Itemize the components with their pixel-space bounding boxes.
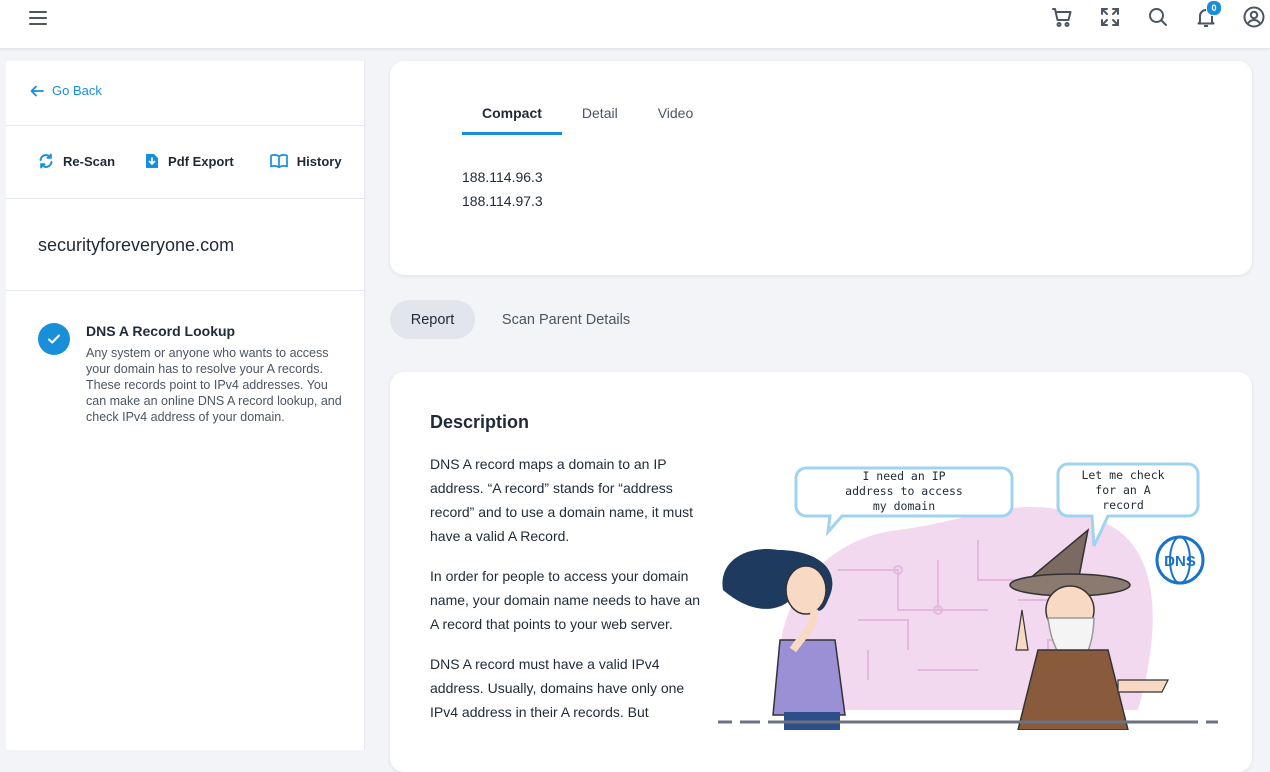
divider <box>6 125 364 126</box>
divider <box>6 290 364 291</box>
description-paragraph: In order for people to access your domai… <box>430 568 701 632</box>
top-bar: 0 <box>0 0 1270 49</box>
tab-compact[interactable]: Compact <box>462 105 562 135</box>
ip-list: 188.114.96.3 188.114.97.3 <box>462 165 543 213</box>
menu-icon[interactable] <box>26 6 50 30</box>
divider <box>6 198 364 199</box>
svg-text:DNS: DNS <box>1164 553 1196 570</box>
refresh-icon <box>39 153 53 169</box>
history-button[interactable]: History <box>269 153 342 169</box>
fullscreen-icon[interactable] <box>1098 5 1122 29</box>
svg-text:I need an IP: I need an IP <box>862 469 945 483</box>
tab-report[interactable]: Report <box>390 300 475 339</box>
description-paragraph: DNS A record must have a valid IPv4 addr… <box>430 656 685 720</box>
description-title: Description <box>430 412 530 432</box>
description-paragraph: DNS A record maps a domain to an IP addr… <box>430 456 694 544</box>
bell-icon[interactable]: 0 <box>1194 0 1222 29</box>
svg-text:for an A: for an A <box>1095 483 1150 497</box>
account-icon[interactable] <box>1242 5 1266 29</box>
rescan-label: Re-Scan <box>63 153 116 169</box>
result-tabs: Compact Detail Video <box>462 105 713 135</box>
woman-character <box>722 549 846 730</box>
tab-scan-parent-details[interactable]: Scan Parent Details <box>490 300 642 339</box>
tab-video[interactable]: Video <box>638 105 714 135</box>
domain-name: securityforeveryone.com <box>38 235 235 255</box>
pdf-export-label: Pdf Export <box>168 153 234 169</box>
dns-globe-icon: DNS <box>1155 535 1205 585</box>
search-icon[interactable] <box>1146 5 1170 29</box>
check-title: DNS A Record Lookup <box>86 323 236 339</box>
history-label: History <box>296 153 342 169</box>
book-icon <box>269 153 288 169</box>
ip-address: 188.114.97.3 <box>462 193 543 209</box>
svg-text:Let me check: Let me check <box>1081 468 1164 482</box>
ip-address: 188.114.96.3 <box>462 169 543 185</box>
go-back-link[interactable]: Go Back <box>30 83 102 98</box>
arrow-left-icon <box>30 85 44 96</box>
description-card: Description DNS A record maps a domain t… <box>390 372 1252 772</box>
svg-text:record: record <box>1102 498 1144 512</box>
check-description: Any system or anyone who wants to access… <box>86 346 342 424</box>
download-icon <box>146 154 159 168</box>
rescan-button[interactable]: Re-Scan <box>38 153 115 169</box>
notification-badge: 0 <box>1206 0 1222 16</box>
pdf-export-button[interactable]: Pdf Export <box>145 153 234 169</box>
svg-text:address to access: address to access <box>845 484 963 498</box>
check-icon <box>38 323 70 355</box>
svg-text:my domain: my domain <box>873 499 935 513</box>
cart-icon[interactable] <box>1050 5 1074 29</box>
description-text: DNS A record maps a domain to an IP addr… <box>430 452 708 740</box>
dns-illustration: I need an IP address to access my domain… <box>718 462 1218 730</box>
result-card: Compact Detail Video 188.114.96.3 188.11… <box>390 61 1252 275</box>
action-bar: Re-Scan Pdf Export History <box>38 153 342 169</box>
sidebar: Go Back Re-Scan Pdf Export History secur… <box>6 61 365 750</box>
tab-detail[interactable]: Detail <box>562 105 638 135</box>
go-back-label: Go Back <box>52 83 102 98</box>
